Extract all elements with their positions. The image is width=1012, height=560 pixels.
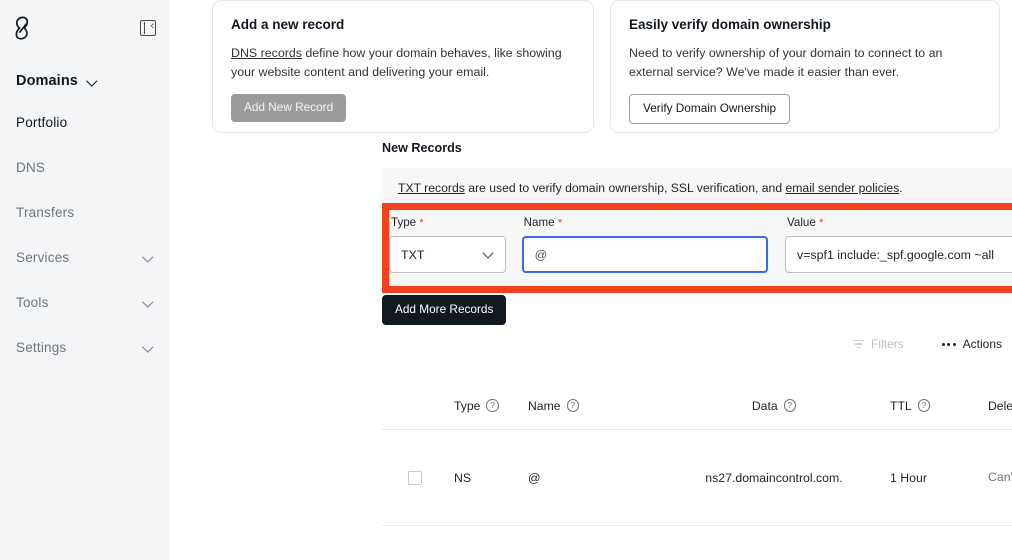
main-content: Add a new record DNS records define how … [170,0,1012,560]
type-select-value: TXT [401,248,424,262]
verify-ownership-card: Easily verify domain ownership Need to v… [610,0,1000,133]
new-records-heading: New Records [382,141,462,155]
sidebar-item-label: Settings [16,340,66,355]
sidebar-item-label: Portfolio [16,115,67,130]
actions-label: Actions [963,337,1002,351]
row-name-cell: @ [528,471,658,485]
type-label: Type * [389,216,506,229]
dns-records-link[interactable]: DNS records [231,46,302,60]
help-icon[interactable]: ? [918,399,931,412]
txt-records-link[interactable]: TXT records [398,181,465,195]
sidebar-section-label: Domains [16,73,78,89]
filter-icon [853,340,864,349]
add-record-card-title: Add a new record [231,17,575,32]
row-delete-cell: Can't delete [988,469,1012,487]
required-marker: * [819,217,823,229]
name-input-value: @ [535,248,548,262]
value-label: Value * [785,216,1012,229]
header-data: Data ? [658,399,890,413]
chevron-down-icon [484,250,494,260]
txt-records-banner: TXT records are used to verify domain ow… [382,168,1012,208]
verify-ownership-card-body: Need to verify ownership of your domain … [629,44,981,82]
sidebar-section-domains[interactable]: Domains [0,62,170,100]
chevron-down-icon [87,76,98,87]
value-input[interactable]: v=spf1 include:_spf.google.com ~all [785,236,1012,273]
sidebar-item-label: DNS [16,160,45,175]
table-row[interactable]: NS @ ns27.domaincontrol.com. 1 Hour Can'… [382,430,1012,526]
header-ttl-label: TTL [890,399,912,413]
header-data-label: Data [752,399,778,413]
name-label: Name * [522,216,768,229]
banner-end-text: . [899,181,902,195]
sidebar-header [0,0,170,56]
row-ttl-cell: 1 Hour [890,471,988,485]
header-delete: Delete [988,399,1012,413]
godaddy-logo[interactable] [10,15,36,41]
header-delete-label: Delete [988,399,1012,413]
value-input-value: v=spf1 include:_spf.google.com ~all [797,248,994,262]
name-input[interactable]: @ [522,236,768,273]
type-field-group: Type * TXT [389,216,506,273]
sidebar-item-portfolio[interactable]: Portfolio [0,100,170,145]
form-actions: Add More Records Save Cancel [382,295,1012,325]
sidebar-item-label: Services [16,250,69,265]
add-new-record-button[interactable]: Add New Record [231,94,346,122]
verify-ownership-card-title: Easily verify domain ownership [629,17,981,32]
actions-button[interactable]: Actions [942,337,1002,351]
banner-mid-text: are used to verify domain ownership, SSL… [465,181,786,195]
filters-button[interactable]: Filters [853,337,904,351]
header-name-label: Name [528,399,561,413]
table-header-row: Type ? Name ? Data ? TTL ? Delete [382,398,1012,430]
sidebar: Domains Portfolio DNS Transfers Services… [0,0,170,560]
table-toolbar: Filters Actions [853,337,1002,351]
add-record-card: Add a new record DNS records define how … [212,0,594,133]
new-record-form: Type * TXT Name * @ Value * v=spf1 inclu… [389,210,1012,286]
panel-collapse-icon[interactable] [140,20,156,36]
help-icon[interactable]: ? [486,399,499,412]
more-horizontal-icon [942,343,956,346]
filters-label: Filters [871,337,904,351]
add-record-card-body: DNS records define how your domain behav… [231,44,575,82]
required-marker: * [558,217,562,229]
header-name: Name ? [528,399,658,413]
header-type-label: Type [454,399,480,413]
sidebar-item-settings[interactable]: Settings [0,325,170,370]
sidebar-item-services[interactable]: Services [0,235,170,280]
sidebar-item-tools[interactable]: Tools [0,280,170,325]
dns-management-page: Domains Portfolio DNS Transfers Services… [0,0,1012,560]
value-field-group: Value * v=spf1 include:_spf.google.com ~… [785,216,1012,273]
sidebar-item-label: Transfers [16,205,74,220]
sidebar-item-label: Tools [16,295,49,310]
dns-records-table: Type ? Name ? Data ? TTL ? Delete [382,398,1012,526]
add-more-records-button[interactable]: Add More Records [382,295,506,325]
row-delete-label: Can't delete [988,469,1012,487]
row-select-cell [382,471,454,485]
type-select[interactable]: TXT [389,236,506,273]
header-type: Type ? [454,399,528,413]
help-icon[interactable]: ? [784,399,797,412]
help-icon[interactable]: ? [567,399,580,412]
row-type-cell: NS [454,471,528,485]
row-data-cell: ns27.domaincontrol.com. [658,471,890,485]
required-marker: * [419,217,423,229]
sidebar-item-transfers[interactable]: Transfers [0,190,170,235]
email-sender-policies-link[interactable]: email sender policies [785,181,899,195]
chevron-down-icon [143,342,154,353]
verify-domain-ownership-button[interactable]: Verify Domain Ownership [629,94,790,124]
txt-records-banner-text: TXT records are used to verify domain ow… [396,181,903,195]
name-field-group: Name * @ [522,216,768,273]
info-cards: Add a new record DNS records define how … [170,0,1012,133]
chevron-down-icon [143,297,154,308]
header-ttl: TTL ? [890,399,988,413]
sidebar-item-dns[interactable]: DNS [0,145,170,190]
row-checkbox[interactable] [408,471,422,485]
chevron-down-icon [143,252,154,263]
